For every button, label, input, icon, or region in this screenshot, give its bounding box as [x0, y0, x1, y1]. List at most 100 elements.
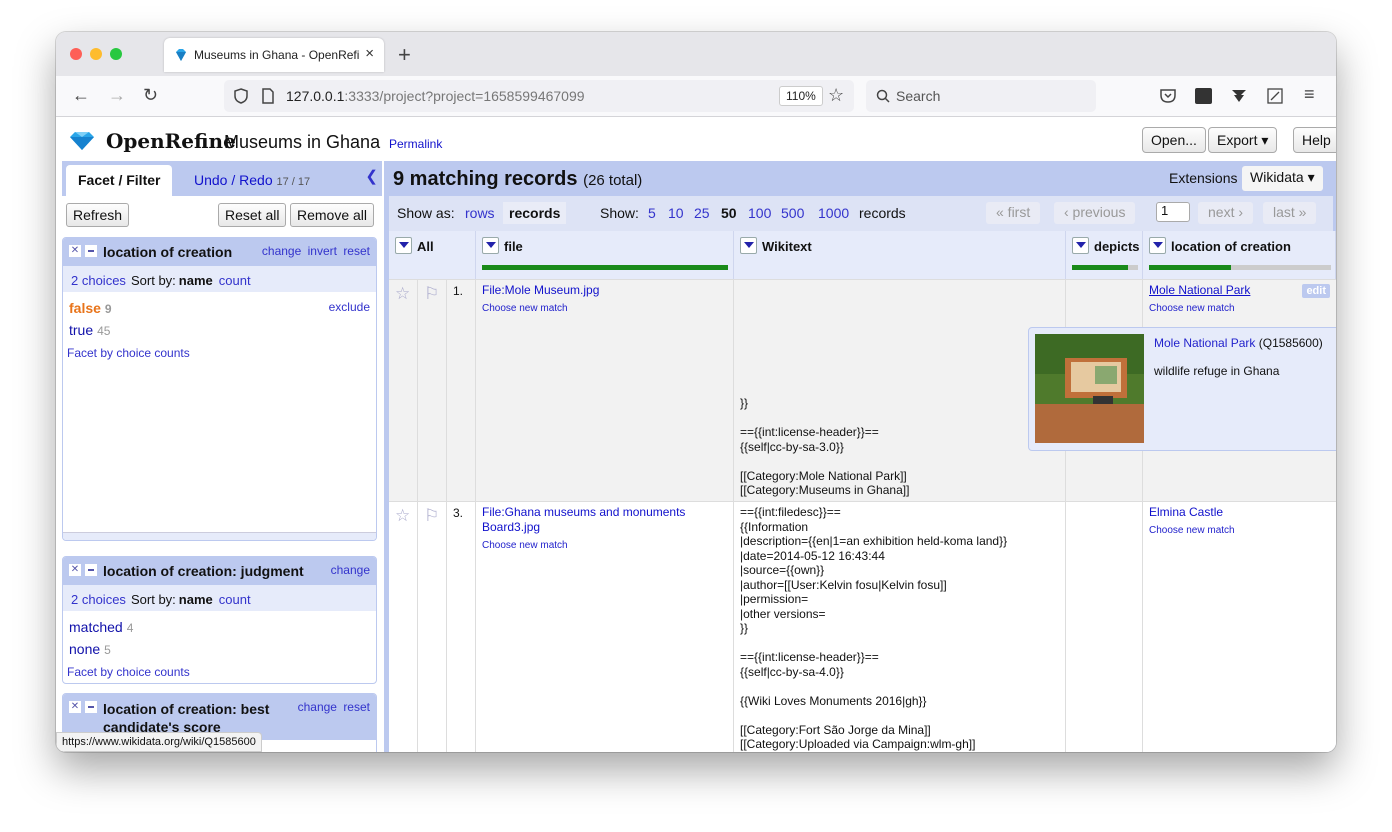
forward-arrow-icon[interactable]: →: [108, 85, 126, 106]
facet-resize-handle[interactable]: [63, 532, 376, 540]
search-bar[interactable]: Search: [866, 80, 1096, 112]
show-as-records-selected[interactable]: records: [503, 202, 567, 224]
back-arrow-icon[interactable]: ←: [72, 85, 90, 106]
wikidata-menu-button[interactable]: Wikidata ▾: [1242, 166, 1323, 191]
location-link[interactable]: Mole National Park: [1149, 283, 1250, 297]
openrefine-logo-icon[interactable]: [68, 131, 96, 151]
facet-choice-true[interactable]: true 45: [69, 322, 110, 338]
facet-by-choice-counts-link[interactable]: Facet by choice counts: [67, 665, 190, 679]
facet-choice-matched[interactable]: matched 4: [69, 619, 133, 635]
collapse-panel-icon[interactable]: ❮: [365, 167, 378, 185]
dropdown-arrow-icon[interactable]: [1149, 237, 1166, 254]
column-header-wikitext[interactable]: Wikitext: [734, 231, 1066, 279]
reload-icon[interactable]: ↻: [143, 85, 158, 106]
minimize-facet-icon[interactable]: [85, 245, 97, 257]
page-size-100[interactable]: 100: [748, 205, 771, 221]
page-size-1000[interactable]: 1000: [818, 205, 849, 221]
brand-name[interactable]: OpenRefine: [106, 129, 236, 153]
choose-new-match-link[interactable]: Choose new match: [482, 538, 722, 553]
show-as-rows-link[interactable]: rows: [465, 205, 495, 221]
close-window-button[interactable]: [70, 48, 82, 60]
page-size-10[interactable]: 10: [668, 205, 684, 221]
tab-facet-filter[interactable]: Facet / Filter: [66, 165, 173, 196]
facet-invert-link[interactable]: invert: [308, 244, 337, 258]
facet-reset-link[interactable]: reset: [343, 244, 370, 258]
sort-count-option[interactable]: count: [219, 592, 251, 607]
facet-change-link[interactable]: change: [262, 244, 301, 258]
previous-page-button[interactable]: ‹ previous: [1054, 202, 1136, 224]
facet-by-choice-counts-link[interactable]: Facet by choice counts: [67, 346, 190, 360]
bookmark-star-icon[interactable]: ☆: [828, 85, 844, 106]
permalink-link[interactable]: Permalink: [389, 137, 442, 151]
facet-choice-false[interactable]: false 9: [69, 300, 112, 316]
project-name[interactable]: Museums in Ghana: [224, 132, 380, 153]
choose-new-match-link[interactable]: Choose new match: [482, 301, 599, 316]
exclude-link[interactable]: exclude: [329, 300, 370, 314]
edit-cell-button[interactable]: edit: [1302, 284, 1330, 298]
facet-change-link[interactable]: change: [298, 700, 337, 714]
last-page-button[interactable]: last »: [1263, 202, 1317, 224]
download-icon[interactable]: [1231, 89, 1247, 103]
pocket-icon[interactable]: [1160, 89, 1176, 103]
dropdown-arrow-icon[interactable]: [740, 237, 757, 254]
export-button[interactable]: Export ▾: [1208, 127, 1278, 153]
first-page-button[interactable]: « first: [986, 202, 1041, 224]
facet-choice-none[interactable]: none 5: [69, 641, 111, 657]
tab-undo-redo[interactable]: Undo / Redo 17 / 17: [182, 165, 322, 196]
minimize-window-button[interactable]: [90, 48, 102, 60]
extension-icon[interactable]: [1195, 88, 1212, 104]
depicts-cell: [1066, 502, 1143, 752]
remove-all-button[interactable]: Remove all: [290, 203, 375, 227]
reset-all-button[interactable]: Reset all: [218, 203, 287, 227]
close-tab-icon[interactable]: ×: [365, 45, 374, 62]
flag-icon[interactable]: ⚐: [424, 284, 439, 304]
minimize-facet-icon[interactable]: [85, 701, 97, 713]
star-icon[interactable]: ☆: [395, 284, 410, 304]
choices-count[interactable]: 2 choices: [71, 592, 126, 607]
page-size-5[interactable]: 5: [648, 205, 656, 221]
sort-name-option[interactable]: name: [179, 592, 213, 607]
entity-preview-popup: Mole National Park (Q1585600) wildlife r…: [1028, 327, 1336, 451]
dropdown-arrow-icon[interactable]: [482, 237, 499, 254]
choices-count[interactable]: 2 choices: [71, 273, 126, 288]
column-header-depicts[interactable]: depicts: [1066, 231, 1143, 279]
file-link[interactable]: File:Mole Museum.jpg: [482, 283, 599, 297]
choose-new-match-link[interactable]: Choose new match: [1149, 301, 1250, 316]
facet-change-link[interactable]: change: [331, 563, 370, 577]
entity-link[interactable]: Mole National Park: [1154, 336, 1255, 350]
close-facet-icon[interactable]: ✕: [69, 564, 81, 576]
page-number-input[interactable]: 1: [1156, 202, 1190, 222]
zoom-level[interactable]: 110%: [779, 86, 823, 106]
choose-new-match-link[interactable]: Choose new match: [1149, 523, 1235, 538]
dropdown-arrow-icon[interactable]: [1072, 237, 1089, 254]
file-link[interactable]: File:Ghana museums and monuments Board3.…: [482, 505, 685, 534]
facet-reset-link[interactable]: reset: [343, 700, 370, 714]
location-link[interactable]: Elmina Castle: [1149, 505, 1223, 519]
minimize-facet-icon[interactable]: [85, 564, 97, 576]
fullscreen-icon[interactable]: [1267, 88, 1283, 104]
menu-icon[interactable]: ≡: [1304, 84, 1315, 105]
next-page-button[interactable]: next ›: [1198, 202, 1254, 224]
dropdown-arrow-icon[interactable]: [395, 237, 412, 254]
column-header-file[interactable]: file: [476, 231, 734, 279]
help-button[interactable]: Help: [1293, 127, 1336, 153]
new-tab-icon[interactable]: +: [398, 42, 411, 68]
page-size-25[interactable]: 25: [694, 205, 710, 221]
close-facet-icon[interactable]: ✕: [69, 701, 81, 713]
flag-icon[interactable]: ⚐: [424, 506, 439, 526]
shield-icon[interactable]: [234, 88, 248, 104]
browser-tab[interactable]: Museums in Ghana - OpenRefine ×: [164, 38, 384, 72]
page-size-500[interactable]: 500: [781, 205, 804, 221]
zoom-window-button[interactable]: [110, 48, 122, 60]
column-header-all[interactable]: All: [389, 231, 476, 279]
column-header-location-of-creation[interactable]: location of creation: [1143, 231, 1336, 279]
star-icon[interactable]: ☆: [395, 506, 410, 526]
address-bar[interactable]: 127.0.0.1:3333/project?project=165859946…: [224, 80, 854, 112]
close-facet-icon[interactable]: ✕: [69, 245, 81, 257]
sort-name-option[interactable]: name: [179, 273, 213, 288]
sort-count-option[interactable]: count: [219, 273, 251, 288]
open-button[interactable]: Open...: [1142, 127, 1206, 153]
search-icon: [876, 89, 890, 103]
refresh-button[interactable]: Refresh: [66, 203, 130, 227]
page-size-50-selected[interactable]: 50: [721, 205, 737, 221]
